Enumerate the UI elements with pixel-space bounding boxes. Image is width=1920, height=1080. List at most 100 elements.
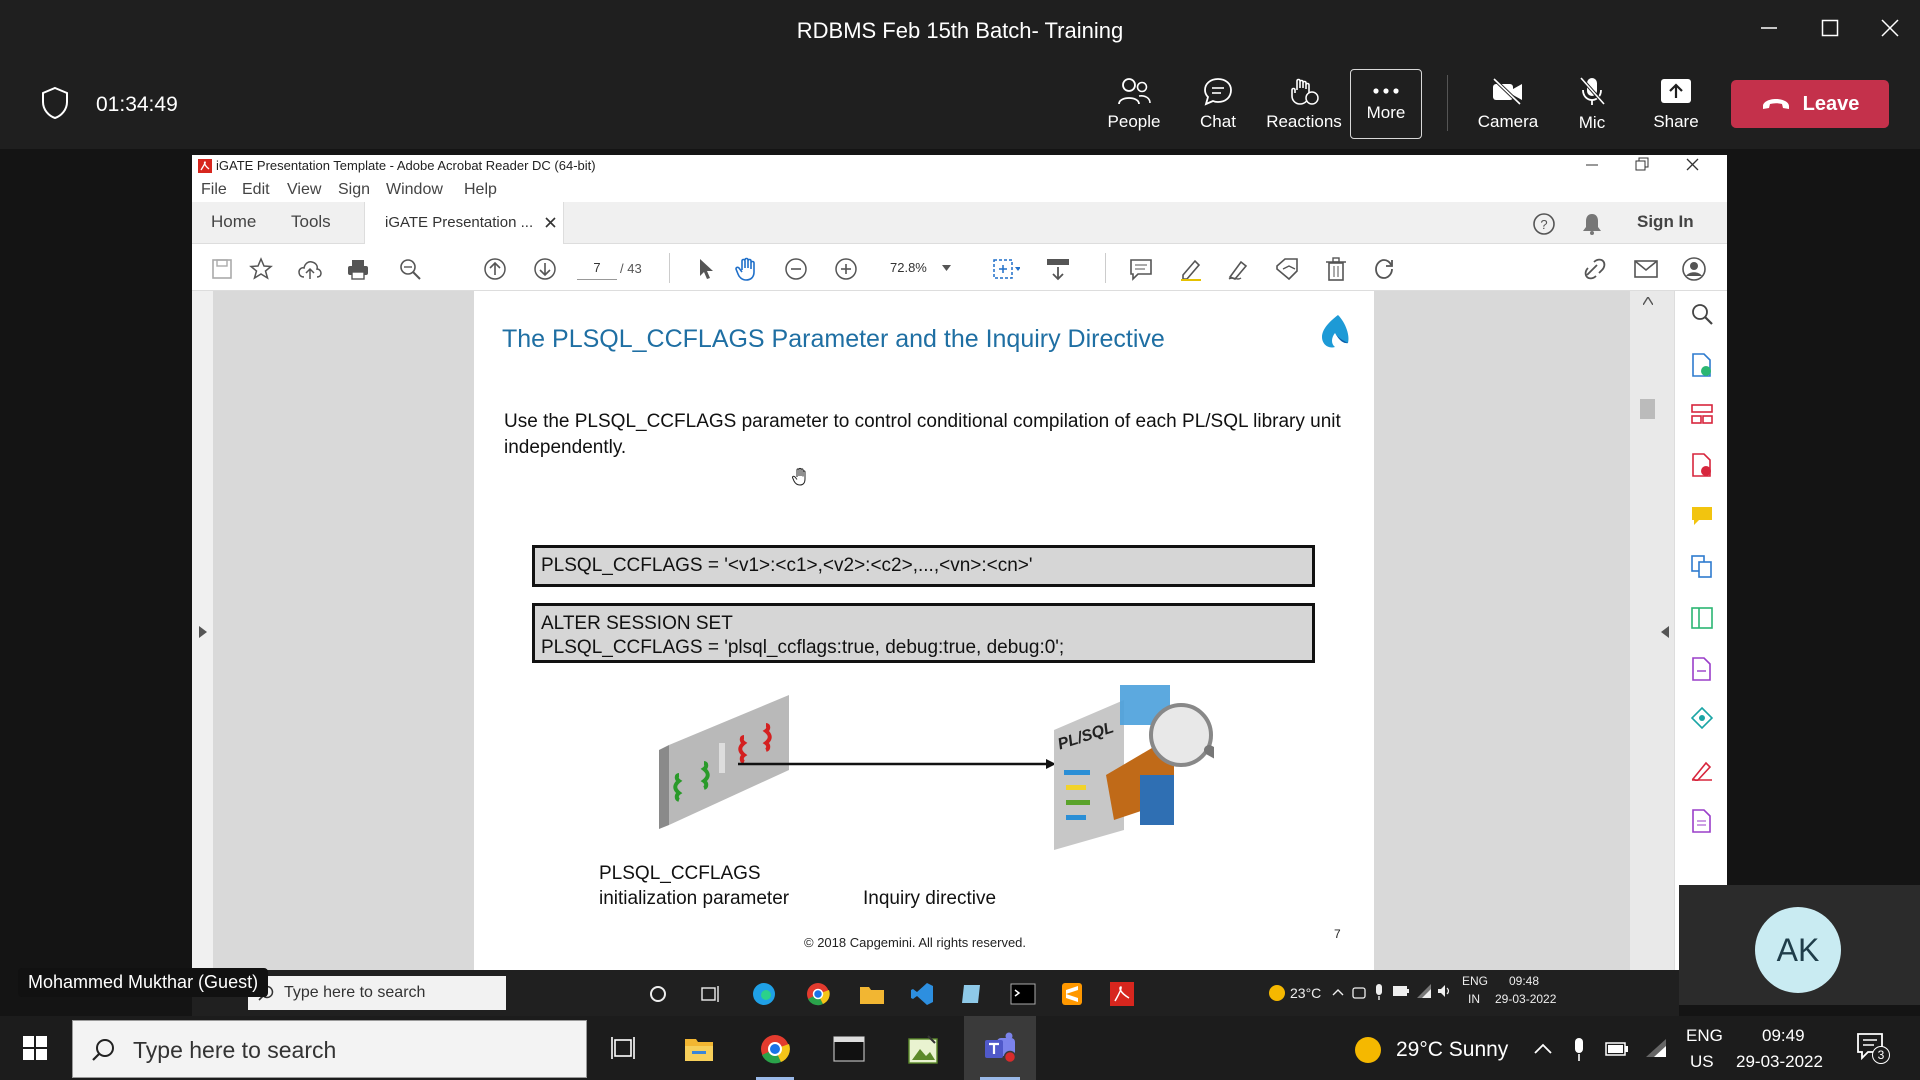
teams-taskbar-button[interactable] <box>964 1016 1036 1080</box>
save-icon[interactable] <box>208 255 236 283</box>
send-for-review-icon[interactable] <box>1691 707 1713 729</box>
zoom-tool-icon[interactable] <box>1691 303 1713 325</box>
request-signature-icon[interactable] <box>1691 759 1713 781</box>
highlight-pen-icon[interactable] <box>1177 255 1205 283</box>
participant-tile[interactable]: AK <box>1679 885 1920 1005</box>
vscode-icon[interactable] <box>910 982 934 1006</box>
taskbar-language-1[interactable]: ENG <box>1686 1026 1723 1046</box>
file-explorer-icon[interactable] <box>684 1034 714 1062</box>
microphone-icon[interactable] <box>1374 983 1384 1001</box>
previous-page-icon[interactable] <box>481 255 509 283</box>
menu-help[interactable]: Help <box>464 181 497 199</box>
hand-tool-icon[interactable] <box>732 255 760 283</box>
delete-icon[interactable] <box>1322 255 1350 283</box>
tab-home[interactable]: Home <box>211 212 256 232</box>
microphone-icon[interactable] <box>1572 1037 1586 1063</box>
export-pdf-icon[interactable] <box>1691 453 1713 477</box>
menu-file[interactable]: File <box>201 181 227 199</box>
show-hidden-icons-chevron[interactable] <box>1534 1043 1552 1054</box>
zoom-in-icon[interactable] <box>832 255 860 283</box>
notification-center-button[interactable]: 3 <box>1856 1032 1890 1064</box>
tab-tools[interactable]: Tools <box>291 212 331 232</box>
close-icon[interactable] <box>1686 158 1699 171</box>
collapse-right-panel-icon <box>1661 626 1669 638</box>
task-view-icon[interactable] <box>701 984 721 1004</box>
print-icon[interactable] <box>344 255 372 283</box>
comment-tool-icon[interactable] <box>1691 505 1713 527</box>
close-button[interactable] <box>1870 10 1910 46</box>
terminal-icon[interactable] <box>1010 983 1036 1005</box>
upload-cloud-icon[interactable] <box>296 255 324 283</box>
taskbar-search-box[interactable]: Type here to search <box>72 1020 587 1078</box>
menu-window[interactable]: Window <box>386 181 443 199</box>
wifi-icon[interactable] <box>1644 1037 1668 1059</box>
edge-browser-icon[interactable] <box>752 982 776 1006</box>
minimize-button[interactable] <box>1749 10 1789 46</box>
windows-start-icon[interactable] <box>23 1036 47 1060</box>
edit-pdf-icon[interactable] <box>1691 607 1713 629</box>
close-tab-icon[interactable] <box>545 217 556 228</box>
zoom-search-icon[interactable] <box>396 255 424 283</box>
stamp-icon[interactable] <box>1274 255 1302 283</box>
scrollbar-thumb[interactable] <box>1640 399 1655 419</box>
image-app-icon[interactable] <box>908 1034 938 1064</box>
minimize-icon[interactable] <box>1586 159 1598 171</box>
zoom-out-icon[interactable] <box>782 255 810 283</box>
left-panel-collapsed[interactable] <box>192 291 213 985</box>
shared-search-box[interactable]: Type here to search <box>248 976 506 1010</box>
meet-now-icon[interactable] <box>1352 984 1366 1000</box>
acrobat-taskbar-icon[interactable] <box>1110 982 1134 1006</box>
tray-chevron-icon[interactable] <box>1332 988 1344 996</box>
restore-icon[interactable] <box>1635 157 1649 171</box>
menu-edit[interactable]: Edit <box>242 181 270 199</box>
select-cursor-icon[interactable] <box>692 255 720 283</box>
cortana-icon[interactable] <box>649 985 667 1003</box>
maximize-button[interactable] <box>1810 10 1850 46</box>
email-icon[interactable] <box>1632 255 1660 283</box>
volume-icon[interactable] <box>1437 984 1453 998</box>
more-tools-icon[interactable] <box>1691 809 1713 833</box>
wifi-icon[interactable] <box>1416 983 1432 999</box>
share-button[interactable]: Share <box>1640 69 1712 139</box>
chat-button[interactable]: Chat <box>1182 69 1254 139</box>
page-number-input[interactable]: 7 <box>577 256 617 280</box>
tab-document[interactable]: iGATE Presentation ... <box>364 202 564 244</box>
battery-icon[interactable] <box>1392 985 1410 997</box>
combine-files-icon[interactable] <box>1691 555 1713 579</box>
taskbar-clock-time[interactable]: 09:49 <box>1762 1026 1805 1046</box>
comment-icon[interactable] <box>1127 255 1155 283</box>
scroll-mode-icon[interactable] <box>1044 255 1072 283</box>
more-button[interactable]: More <box>1350 69 1422 139</box>
bookmark-star-icon[interactable] <box>247 255 275 283</box>
menu-view[interactable]: View <box>287 181 321 199</box>
people-button[interactable]: People <box>1098 69 1170 139</box>
terminal-icon[interactable] <box>833 1036 865 1062</box>
draw-signature-icon[interactable] <box>1225 255 1253 283</box>
file-explorer-icon[interactable] <box>859 983 885 1005</box>
rotate-icon[interactable] <box>1370 255 1398 283</box>
taskbar-language-2[interactable]: US <box>1690 1052 1714 1072</box>
help-icon[interactable]: ? <box>1532 212 1556 236</box>
vertical-scrollbar[interactable] <box>1630 291 1674 985</box>
task-view-icon[interactable] <box>610 1036 636 1060</box>
bell-icon[interactable] <box>1581 212 1603 236</box>
account-icon[interactable] <box>1680 255 1708 283</box>
battery-icon[interactable] <box>1605 1041 1629 1057</box>
share-link-icon[interactable] <box>1582 255 1610 283</box>
next-page-icon[interactable] <box>531 255 559 283</box>
chrome-icon[interactable] <box>806 982 830 1006</box>
app-icon[interactable] <box>960 982 984 1006</box>
leave-button[interactable]: Leave <box>1731 80 1889 128</box>
camera-button[interactable]: Camera <box>1472 69 1544 139</box>
sign-in-button[interactable]: Sign In <box>1637 212 1694 232</box>
menu-sign[interactable]: Sign <box>338 181 370 199</box>
reactions-button[interactable]: Reactions <box>1266 69 1342 139</box>
chrome-icon[interactable] <box>760 1034 790 1064</box>
zoom-level-select[interactable]: 72.8% <box>882 257 952 279</box>
taskbar-clock-date[interactable]: 29-03-2022 <box>1736 1052 1823 1072</box>
fit-page-icon[interactable] <box>992 255 1020 283</box>
create-pdf-icon[interactable] <box>1691 353 1713 377</box>
mic-button[interactable]: Mic <box>1556 69 1628 139</box>
organize-pages-icon[interactable] <box>1691 403 1713 425</box>
fill-sign-icon[interactable] <box>1691 657 1713 681</box>
